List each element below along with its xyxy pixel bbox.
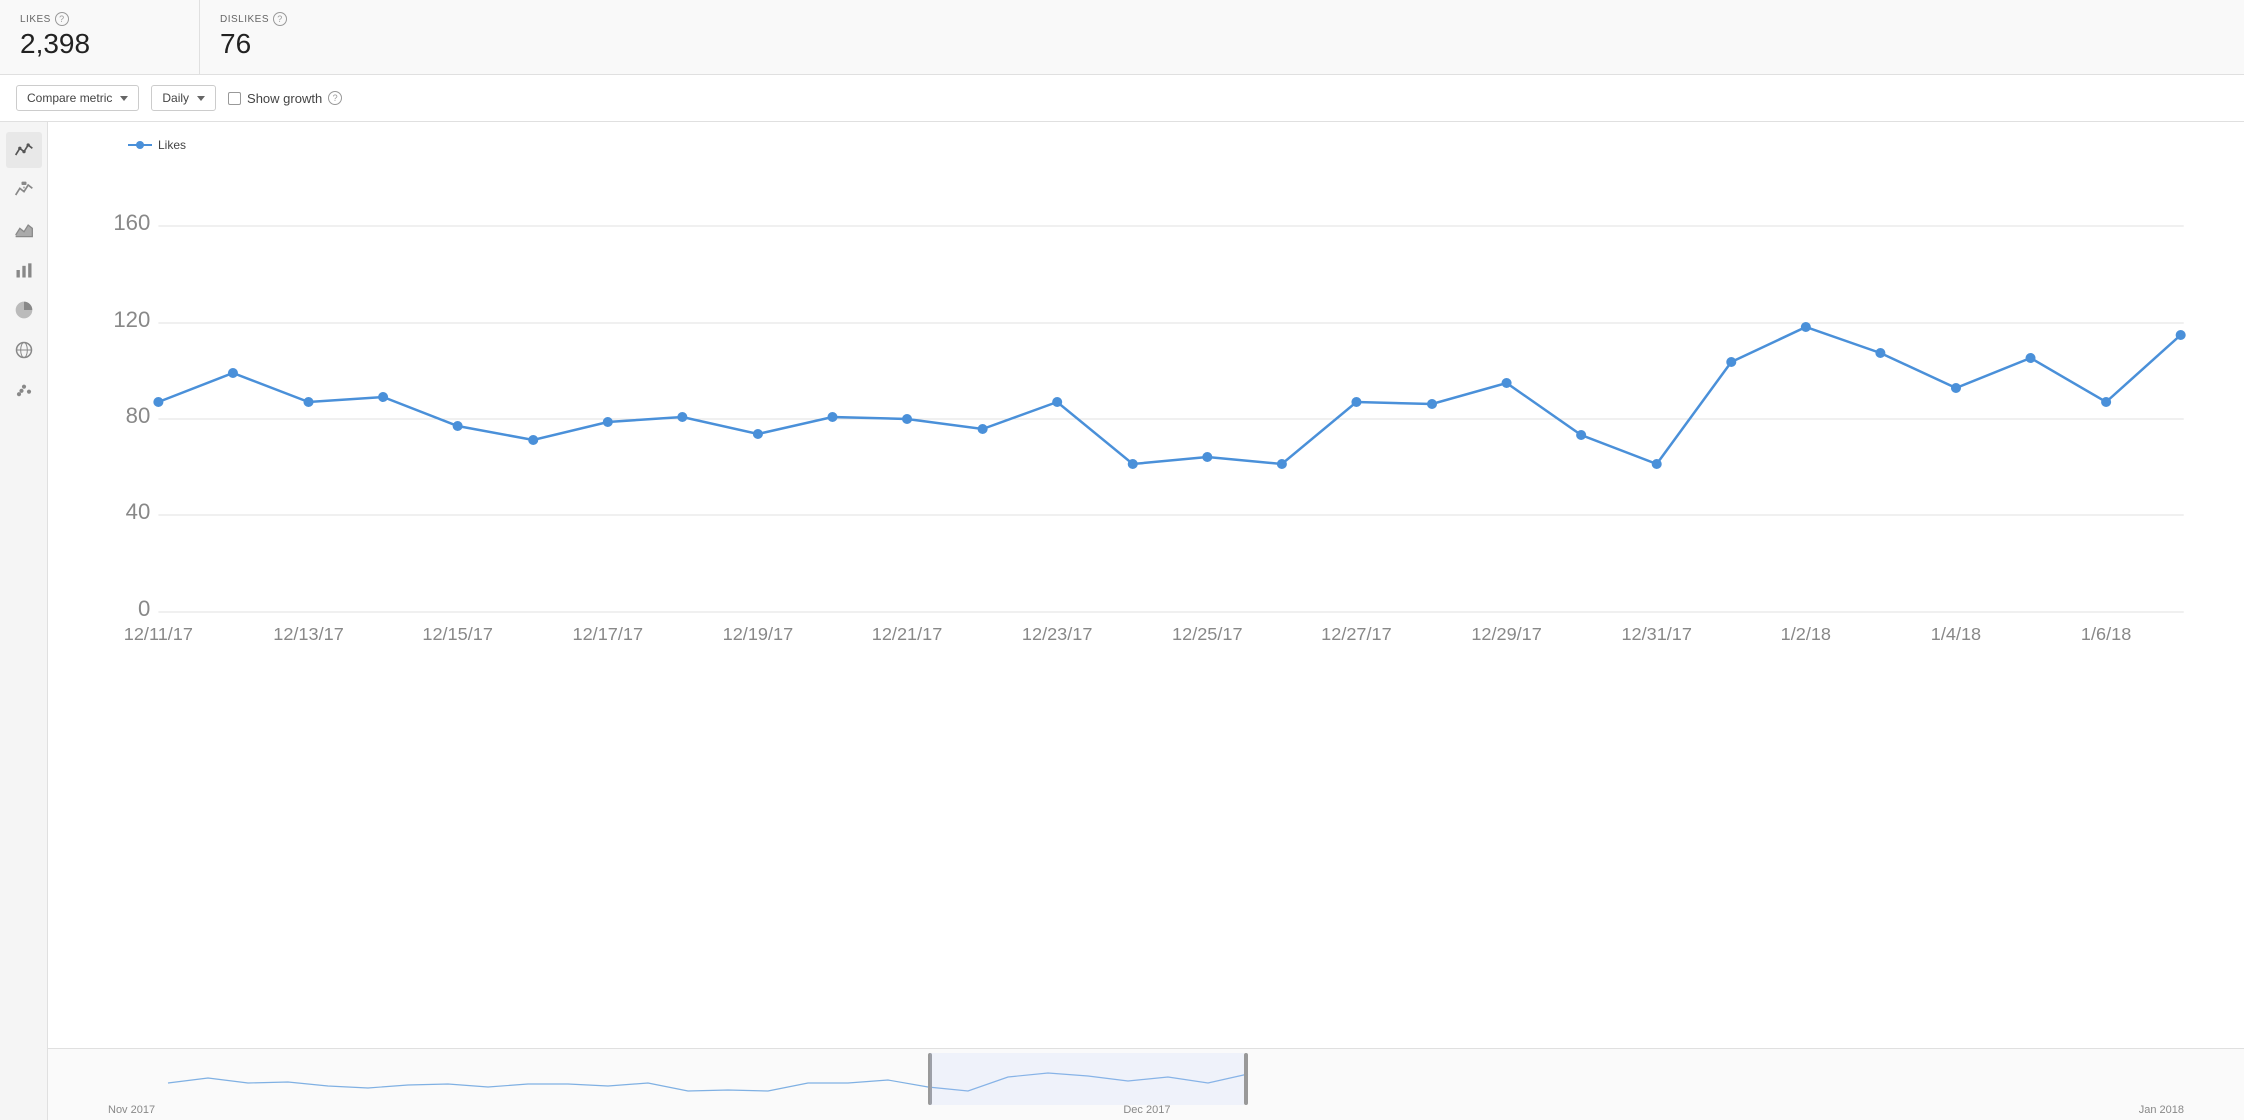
daily-arrow-icon — [197, 96, 205, 101]
chart-dot — [677, 412, 687, 422]
chart-dot — [2101, 397, 2111, 407]
chart-legend: Likes — [128, 138, 2224, 152]
chart-dot — [528, 435, 538, 445]
minimap: Nov 2017 Dec 2017 Jan 2018 — [48, 1048, 2244, 1120]
daily-label: Daily — [162, 91, 189, 105]
chart-dot — [1202, 452, 1212, 462]
compare-metric-label: Compare metric — [27, 91, 112, 105]
show-growth-help-icon[interactable]: ? — [328, 91, 342, 105]
chart-container: Likes 0 40 80 120 160 — [48, 122, 2244, 1120]
chart-dot — [1875, 348, 1885, 358]
likes-legend-label: Likes — [158, 138, 186, 152]
svg-text:1/2/18: 1/2/18 — [1781, 624, 1831, 642]
dislikes-label-text: DISLIKES — [220, 14, 269, 25]
svg-text:160: 160 — [113, 210, 150, 235]
chart-dot — [1951, 383, 1961, 393]
annotated-line-icon[interactable] — [6, 172, 42, 208]
chart-dot — [1052, 397, 1062, 407]
likes-help-icon[interactable]: ? — [55, 12, 69, 26]
line-chart-icon[interactable] — [6, 132, 42, 168]
show-growth-label: Show growth — [247, 91, 322, 106]
minimap-selection — [930, 1053, 1244, 1105]
likes-label: LIKES ? — [20, 12, 179, 26]
chart-dot — [1128, 459, 1138, 469]
toolbar: Compare metric Daily Show growth ? — [0, 75, 2244, 122]
dislikes-help-icon[interactable]: ? — [273, 12, 287, 26]
svg-text:12/11/17: 12/11/17 — [124, 624, 193, 642]
svg-text:1/4/18: 1/4/18 — [1931, 624, 1981, 642]
chart-dot — [753, 429, 763, 439]
likes-value: 2,398 — [20, 28, 179, 60]
chart-dot — [827, 412, 837, 422]
likes-metric: LIKES ? 2,398 — [0, 0, 200, 74]
svg-text:12/15/17: 12/15/17 — [422, 624, 493, 642]
chart-dot — [1502, 378, 1512, 388]
dislikes-label: DISLIKES ? — [220, 12, 380, 26]
chart-dot — [2025, 353, 2035, 363]
main-area: Likes 0 40 80 120 160 — [0, 122, 2244, 1120]
compare-metric-arrow-icon — [120, 96, 128, 101]
dislikes-metric: DISLIKES ? 76 — [200, 0, 400, 74]
globe-icon[interactable] — [6, 332, 42, 368]
svg-text:12/29/17: 12/29/17 — [1471, 624, 1542, 642]
minimap-svg — [108, 1053, 2184, 1105]
bar-chart-icon[interactable] — [6, 252, 42, 288]
svg-text:12/23/17: 12/23/17 — [1022, 624, 1093, 642]
chart-svg: 0 40 80 120 160 12/11/17 12/13/17 12/15/… — [108, 162, 2224, 642]
likes-label-text: LIKES — [20, 14, 51, 25]
chart-dot — [453, 421, 463, 431]
area-chart-icon[interactable] — [6, 212, 42, 248]
chart-dot — [1726, 357, 1736, 367]
chart-dot — [902, 414, 912, 424]
chart-dot — [1277, 459, 1287, 469]
minimap-dec-label: Dec 2017 — [1123, 1104, 1170, 1116]
svg-text:12/27/17: 12/27/17 — [1321, 624, 1392, 642]
chart-dot — [303, 397, 313, 407]
chart-dot — [1351, 397, 1361, 407]
chart-dot — [1576, 430, 1586, 440]
chart-dot — [228, 368, 238, 378]
chart-dot — [603, 417, 613, 427]
minimap-right-handle[interactable] — [1244, 1053, 1248, 1105]
top-metrics-bar: LIKES ? 2,398 DISLIKES ? 76 — [0, 0, 2244, 75]
dislikes-value: 76 — [220, 28, 380, 60]
svg-text:12/19/17: 12/19/17 — [723, 624, 794, 642]
chart-area: Likes 0 40 80 120 160 — [48, 122, 2244, 1048]
pie-chart-icon[interactable] — [6, 292, 42, 328]
svg-text:12/21/17: 12/21/17 — [872, 624, 943, 642]
minimap-nov-label: Nov 2017 — [108, 1104, 155, 1116]
svg-text:12/17/17: 12/17/17 — [573, 624, 644, 642]
daily-button[interactable]: Daily — [151, 85, 216, 111]
show-growth-checkbox[interactable] — [228, 92, 241, 105]
minimap-jan-label: Jan 2018 — [2139, 1104, 2184, 1116]
svg-text:12/31/17: 12/31/17 — [1621, 624, 1692, 642]
chart-dot — [1652, 459, 1662, 469]
chart-dot — [378, 392, 388, 402]
likes-legend-line — [128, 144, 152, 146]
svg-text:80: 80 — [126, 403, 151, 428]
scatter-icon[interactable] — [6, 372, 42, 408]
likes-legend-item: Likes — [128, 138, 186, 152]
compare-metric-button[interactable]: Compare metric — [16, 85, 139, 111]
chart-dot — [978, 424, 988, 434]
show-growth-toggle[interactable]: Show growth ? — [228, 91, 342, 106]
svg-text:120: 120 — [113, 307, 150, 332]
svg-text:12/13/17: 12/13/17 — [273, 624, 344, 642]
chart-line — [158, 327, 2180, 464]
chart-dot — [1801, 322, 1811, 332]
chart-type-sidebar — [0, 122, 48, 1120]
chart-dot — [153, 397, 163, 407]
chart-dot — [2176, 330, 2186, 340]
svg-text:40: 40 — [126, 499, 151, 524]
svg-text:12/25/17: 12/25/17 — [1172, 624, 1243, 642]
chart-dot — [1427, 399, 1437, 409]
minimap-labels: Nov 2017 Dec 2017 Jan 2018 — [48, 1104, 2244, 1116]
svg-text:1/6/18: 1/6/18 — [2081, 624, 2131, 642]
svg-text:0: 0 — [138, 596, 150, 621]
